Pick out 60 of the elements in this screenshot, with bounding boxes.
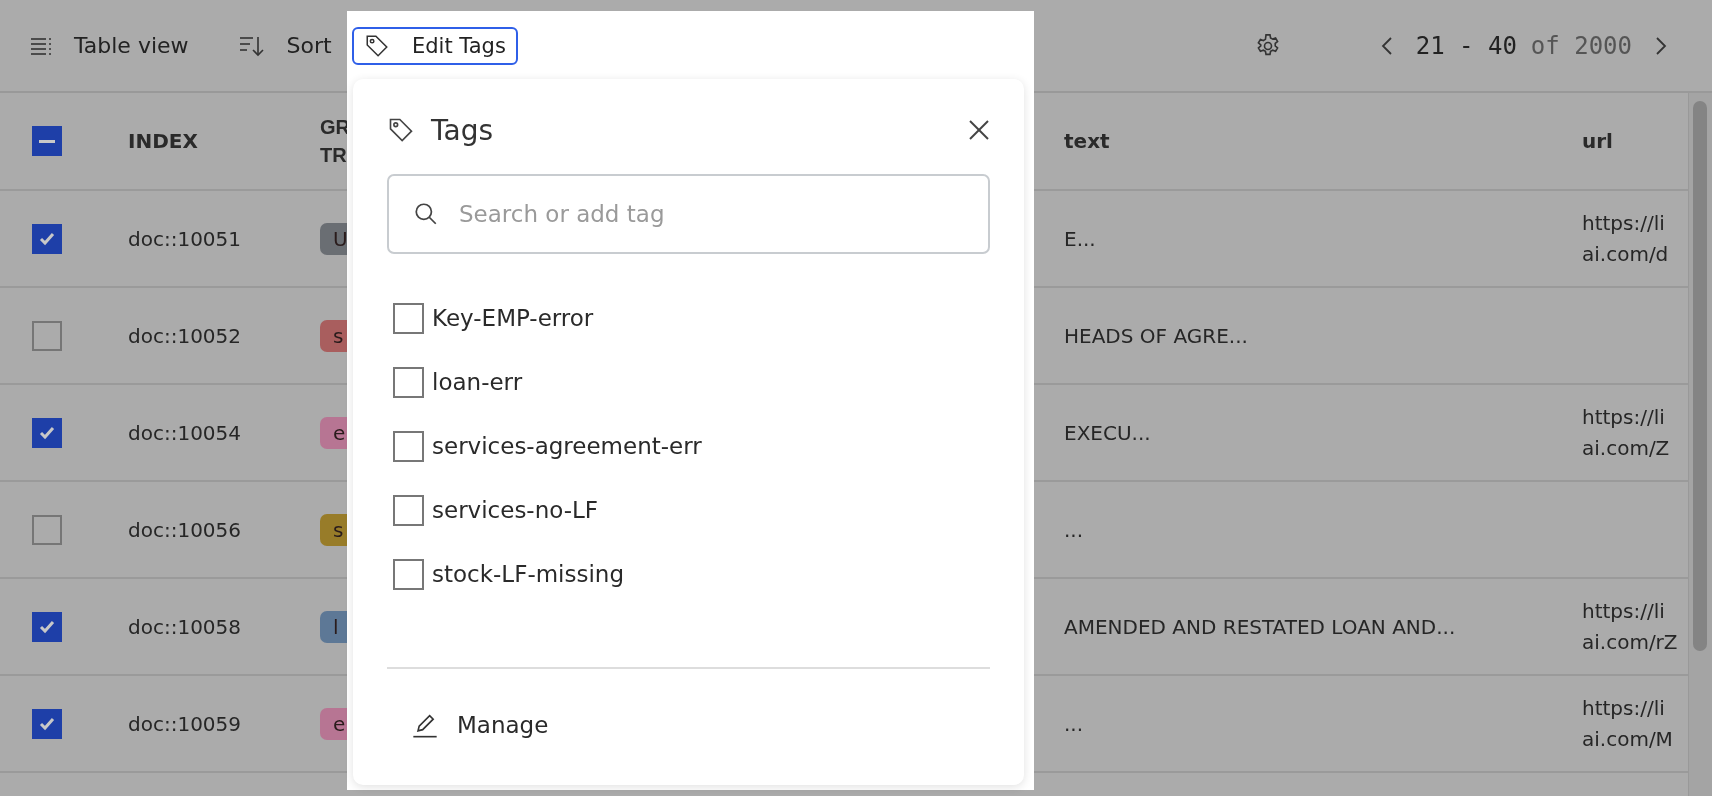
table-cell: doc::10051 — [128, 226, 242, 251]
tag-badge: s — [320, 319, 347, 352]
row-checkbox[interactable] — [32, 514, 62, 545]
page-range: 21 - 40 — [1415, 31, 1517, 60]
table-cell-text: https://li ai.com/Z — [1582, 403, 1671, 462]
table-cell: ... — [1064, 711, 1084, 736]
table-cell-text: https://li ai.com/d — [1582, 209, 1670, 268]
sort-icon — [238, 34, 265, 57]
row-checkbox[interactable] — [32, 320, 62, 351]
tag-label[interactable]: loan-err — [432, 369, 523, 395]
page-total: of 2000 — [1530, 31, 1632, 60]
table-cell: EXECU... — [1064, 420, 1151, 445]
select-all-checkbox[interactable] — [32, 126, 62, 156]
table-cell: ... — [1064, 517, 1084, 542]
table-cell: doc::10054 — [128, 420, 242, 445]
tag-icon — [387, 116, 415, 144]
manage-button[interactable]: Manage — [411, 711, 549, 739]
table-cell: HEADS OF AGRE... — [1064, 323, 1248, 348]
search-field[interactable]: Search or add tag — [387, 174, 990, 254]
previous-page-icon[interactable] — [1379, 34, 1394, 57]
tag-label[interactable]: services-agreement-err — [432, 433, 702, 459]
row-checkbox[interactable] — [32, 708, 62, 739]
table-cell: doc::10058 — [128, 614, 242, 639]
table-cell: doc::10059 — [128, 711, 242, 736]
scrollbar-thumb[interactable] — [1693, 101, 1707, 651]
table-cell: doc::10052 — [128, 323, 242, 348]
tag-badge: s — [320, 513, 347, 546]
row-checkbox[interactable] — [32, 611, 62, 642]
table-cell: E... — [1064, 226, 1096, 251]
tag-badge: e — [320, 416, 347, 449]
tag-checkbox[interactable] — [393, 366, 424, 398]
row-checkbox[interactable] — [32, 417, 62, 448]
table-cell: AMENDED AND RESTATED LOAN AND... — [1064, 614, 1456, 639]
table-view-button[interactable]: Table view — [30, 33, 189, 58]
next-page-icon[interactable] — [1654, 34, 1668, 57]
tag-badge: l — [320, 610, 347, 643]
tag-checkbox[interactable] — [393, 558, 424, 590]
scrollbar[interactable] — [1688, 93, 1712, 796]
tag-checkbox[interactable] — [393, 494, 424, 526]
column-header: text — [1064, 129, 1110, 153]
column-header: url — [1582, 129, 1613, 153]
tag-icon — [364, 33, 390, 59]
table-cell: doc::10056 — [128, 517, 242, 542]
tag-badge: U — [320, 222, 347, 255]
table-cell-text: https://li ai.com/rZ — [1582, 597, 1679, 656]
table-cell-text: https://li ai.com/M — [1582, 694, 1674, 753]
row-checkbox[interactable] — [32, 223, 62, 254]
tag-label[interactable]: Key-EMP-error — [432, 305, 594, 331]
search-icon — [413, 201, 439, 227]
tag-badge: e — [320, 707, 347, 740]
close-icon[interactable] — [968, 119, 990, 141]
column-header: INDEX — [128, 129, 198, 153]
tag-label[interactable]: services-no-LF — [432, 497, 599, 523]
panel-title: Tags — [431, 113, 493, 147]
tag-checkbox[interactable] — [393, 430, 424, 462]
edit-tags-button[interactable]: Edit Tags — [352, 27, 518, 65]
list-icon — [30, 35, 52, 56]
tag-checkbox[interactable] — [393, 302, 424, 334]
tag-label[interactable]: stock-LF-missing — [432, 561, 624, 587]
sort-button[interactable]: Sort — [238, 33, 332, 58]
